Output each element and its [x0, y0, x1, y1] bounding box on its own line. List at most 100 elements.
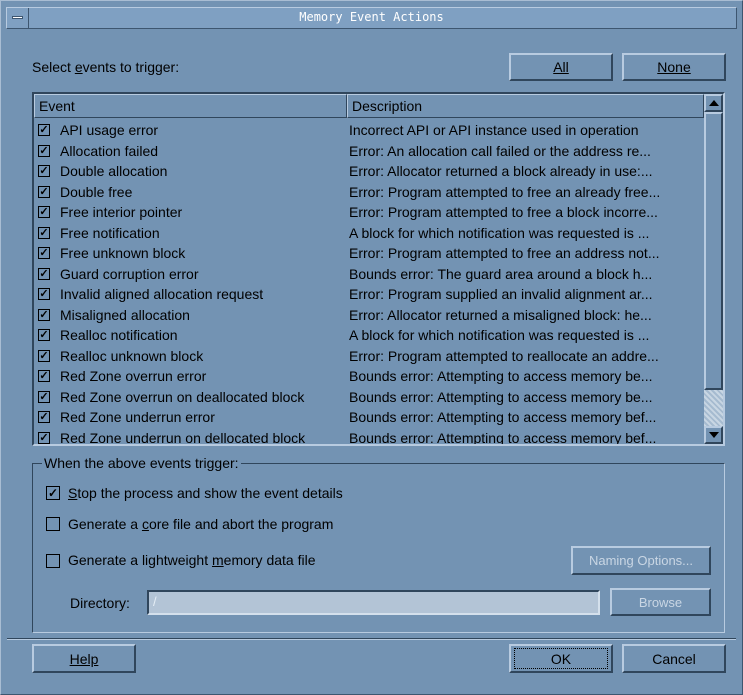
checkmark-icon: ✓	[39, 308, 49, 321]
table-row[interactable]: ✓ Invalid aligned allocation request Error…	[34, 285, 704, 306]
table-row[interactable]: ✓ Red Zone overrun error Bounds error: Att…	[34, 367, 704, 388]
table-row[interactable]: ✓ Red Zone underrun on dellocated block Bo…	[34, 429, 704, 446]
checkmark-icon: ✓	[39, 247, 49, 259]
stop-process-label[interactable]: Stop the process and show the event deta…	[68, 485, 343, 501]
naming-options-button[interactable]: Naming Options...	[571, 546, 711, 575]
event-description-cell: A block for which notification was reque…	[349, 224, 650, 241]
event-name-cell: Allocation failed	[60, 142, 159, 159]
checkmark-icon: ✓	[39, 206, 49, 218]
row-checkbox[interactable]: ✓	[38, 370, 50, 382]
checkmark-icon: ✓	[39, 226, 49, 239]
event-description-cell: Error: Program supplied an invalid align…	[349, 286, 653, 302]
scrollbar-trough[interactable]	[704, 390, 723, 426]
stop-process-checkbox[interactable]: ✓	[46, 486, 60, 500]
table-row[interactable]: ✓ Red Zone overrun on deallocated block Bo…	[34, 388, 704, 409]
event-name-cell: Realloc notification	[60, 327, 178, 343]
event-name-cell: Free notification	[60, 224, 160, 241]
arrow-down-icon	[709, 432, 719, 438]
dialog-window: Memory Event Actions Select events to tr…	[0, 0, 743, 695]
lightweight-memory-checkbox[interactable]	[46, 554, 60, 568]
event-name-cell: Free interior pointer	[60, 204, 183, 220]
table-row[interactable]: ✓ Guard corruption error Bounds error: The…	[34, 265, 704, 286]
lightweight-memory-label[interactable]: Generate a lightweight memory data file	[68, 552, 315, 568]
arrow-up-icon	[709, 100, 719, 106]
row-checkbox[interactable]: ✓	[38, 390, 50, 403]
vertical-scrollbar[interactable]	[704, 94, 723, 444]
none-button[interactable]: None	[622, 53, 726, 81]
select-events-label: Select events to trigger:	[32, 59, 180, 75]
row-checkbox[interactable]: ✓	[38, 165, 50, 177]
event-description-cell: Error: Program attempted to free an addr…	[349, 245, 660, 261]
checkmark-icon: ✓	[39, 411, 49, 423]
core-file-checkbox[interactable]	[46, 517, 60, 531]
event-description-cell: Bounds error: Attempting to access memor…	[349, 368, 653, 384]
row-checkbox[interactable]: ✓	[38, 185, 50, 198]
table-row[interactable]: ✓ Allocation failed Error: An allocation c…	[34, 142, 704, 163]
scrollbar-thumb[interactable]	[704, 112, 723, 390]
event-name-cell: Misaligned allocation	[60, 306, 190, 323]
directory-field[interactable]: /	[147, 590, 600, 615]
row-checkbox[interactable]: ✓	[38, 329, 50, 341]
event-name-cell: Invalid aligned allocation request	[60, 286, 264, 302]
focus-ring	[514, 648, 608, 669]
row-checkbox[interactable]: ✓	[38, 144, 50, 157]
event-name-cell: Red Zone overrun error	[60, 368, 207, 384]
column-header-description[interactable]: Description	[347, 94, 704, 118]
event-description-cell: Error: Allocator returned a block alread…	[349, 163, 653, 179]
checkmark-icon: ✓	[39, 124, 49, 136]
event-name-cell: Red Zone underrun error	[60, 409, 215, 425]
row-checkbox[interactable]: ✓	[38, 226, 50, 239]
cancel-button[interactable]: Cancel	[622, 644, 726, 673]
table-row[interactable]: ✓ Free interior pointer Error: Program att…	[34, 203, 704, 224]
browse-button[interactable]: Browse	[610, 588, 711, 616]
window-title: Memory Event Actions	[299, 10, 444, 24]
ok-button[interactable]: OK	[509, 644, 613, 673]
core-file-label[interactable]: Generate a core file and abort the progr…	[68, 516, 333, 532]
event-description-cell: Error: An allocation call failed or the …	[349, 142, 651, 159]
row-checkbox[interactable]: ✓	[38, 288, 50, 300]
scroll-down-button[interactable]	[704, 426, 723, 444]
event-description-cell: Incorrect API or API instance used in op…	[349, 122, 639, 138]
column-header-event[interactable]: Event	[34, 94, 347, 118]
table-row[interactable]: ✓ Free notification A block for which noti…	[34, 224, 704, 245]
table-row[interactable]: ✓ Realloc notification A block for which n…	[34, 326, 704, 347]
event-description-cell: Bounds error: The guard area around a bl…	[349, 265, 653, 282]
table-row[interactable]: ✓ API usage error Incorrect API or API ins…	[34, 121, 704, 142]
events-rows: ✓ API usage error Incorrect API or API ins…	[34, 121, 704, 446]
title-bar[interactable]: Memory Event Actions	[6, 7, 737, 29]
table-row[interactable]: ✓ Misaligned allocation Error: Allocator r…	[34, 306, 704, 327]
checkmark-icon: ✓	[39, 370, 49, 382]
table-row[interactable]: ✓ Realloc unknown block Error: Program att…	[34, 347, 704, 368]
row-checkbox[interactable]: ✓	[38, 308, 50, 321]
table-row[interactable]: ✓ Free unknown block Error: Program attemp…	[34, 244, 704, 265]
table-row[interactable]: ✓ Double free Error: Program attempted to …	[34, 183, 704, 204]
table-row[interactable]: ✓ Red Zone underrun error Bounds error: At…	[34, 408, 704, 429]
event-description-cell: Error: Program attempted to reallocate a…	[349, 347, 659, 364]
event-description-cell: Bounds error: Attempting to access memor…	[349, 429, 657, 446]
event-description-cell: Error: Program attempted to free a block…	[349, 204, 658, 220]
event-name-cell: Realloc unknown block	[60, 347, 204, 364]
row-checkbox[interactable]: ✓	[38, 267, 50, 280]
help-button[interactable]: Help	[32, 644, 136, 673]
row-checkbox[interactable]: ✓	[38, 124, 50, 136]
checkmark-icon: ✓	[39, 165, 49, 177]
row-checkbox[interactable]: ✓	[38, 349, 50, 362]
row-checkbox[interactable]: ✓	[38, 206, 50, 218]
event-name-cell: Red Zone underrun on dellocated block	[60, 429, 306, 446]
row-checkbox[interactable]: ✓	[38, 247, 50, 259]
event-description-cell: Bounds error: Attempting to access memor…	[349, 388, 653, 405]
event-name-cell: API usage error	[60, 122, 159, 138]
all-button[interactable]: All	[509, 53, 613, 81]
scroll-up-button[interactable]	[704, 94, 723, 112]
event-description-cell: Error: Program attempted to free an alre…	[349, 183, 661, 200]
row-checkbox[interactable]: ✓	[38, 431, 50, 444]
checkmark-icon: ✓	[39, 329, 49, 341]
group-title: When the above events trigger:	[42, 455, 241, 471]
row-checkbox[interactable]: ✓	[38, 411, 50, 423]
events-table[interactable]: Event Description ✓ API usage error Incorr…	[32, 92, 725, 446]
event-name-cell: Free unknown block	[60, 245, 186, 261]
event-name-cell: Double allocation	[60, 163, 168, 179]
table-row[interactable]: ✓ Double allocation Error: Allocator retur…	[34, 162, 704, 183]
event-name-cell: Guard corruption error	[60, 265, 199, 282]
event-name-cell: Double free	[60, 183, 133, 200]
